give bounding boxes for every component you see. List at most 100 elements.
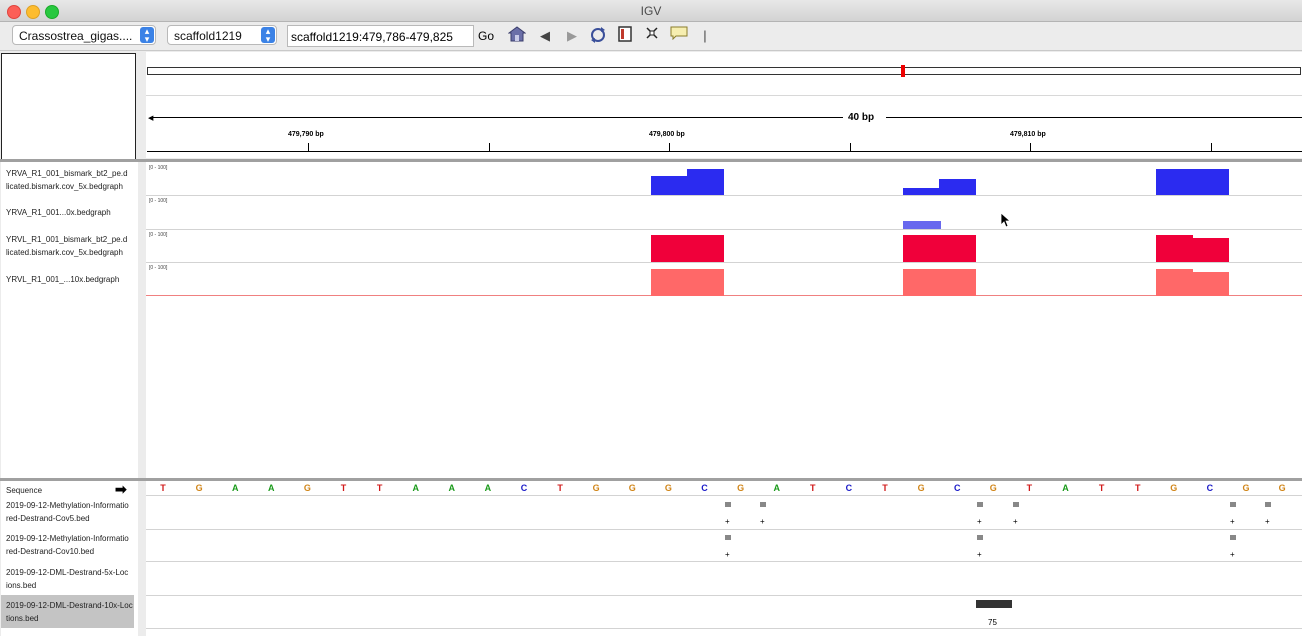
sequence-base: T bbox=[810, 483, 816, 493]
track-baseline bbox=[146, 295, 1302, 296]
data-track-panel[interactable]: [0 - 100] [0 - 100] [0 - 100] [0 - 100] bbox=[146, 162, 1302, 478]
locus-input[interactable]: scaffold1219:479,786-479,825 bbox=[287, 25, 474, 47]
track-label[interactable]: 2019-09-12-Methylation-Informatio red-Des… bbox=[6, 532, 134, 558]
track-label-selected[interactable]: 2019-09-12-DML-Destrand-10x-Loc tions.bed bbox=[1, 595, 134, 628]
strand-arrow-icon[interactable]: ➡ bbox=[115, 481, 127, 498]
methylation-bar bbox=[651, 235, 724, 262]
popup-info-icon[interactable] bbox=[669, 26, 689, 46]
dml-feature[interactable] bbox=[976, 600, 1012, 608]
sequence-base: C bbox=[701, 483, 708, 493]
genome-dropdown[interactable]: Crassostrea_gigas.... ▴ ▾ bbox=[12, 25, 156, 45]
cpg-feature[interactable] bbox=[977, 535, 983, 540]
track-separator bbox=[146, 595, 1302, 596]
refresh-icon[interactable] bbox=[588, 26, 608, 46]
span-line-right bbox=[886, 117, 1302, 118]
region-of-interest-icon[interactable] bbox=[615, 26, 635, 46]
sequence-base: A bbox=[231, 483, 239, 493]
span-label: 40 bp bbox=[848, 112, 875, 123]
ruler-tick bbox=[308, 143, 309, 151]
cpg-feature[interactable] bbox=[760, 502, 766, 507]
track-separator bbox=[146, 628, 1302, 629]
chromosome-dropdown[interactable]: scaffold1219 ▴ ▾ bbox=[167, 25, 277, 45]
strand-plus-icon: + bbox=[977, 517, 982, 526]
strand-plus-icon: + bbox=[1230, 550, 1235, 559]
track-label[interactable]: YRVL_R1_001_bismark_bt2_pe.d licated.bism… bbox=[6, 233, 134, 259]
methylation-bar bbox=[903, 269, 976, 296]
feature-track-panel[interactable]: + + + + + + + + + 75 bbox=[146, 481, 1302, 636]
sequence-base: G bbox=[1278, 483, 1286, 493]
sequence-base: T bbox=[340, 483, 347, 493]
strand-plus-icon: + bbox=[760, 517, 765, 526]
title-bar: IGV bbox=[0, 0, 1302, 22]
methylation-bar bbox=[903, 235, 976, 262]
resize-to-window-icon[interactable] bbox=[642, 26, 662, 46]
forward-icon[interactable]: ▶ bbox=[562, 26, 582, 46]
sequence-base: T bbox=[882, 483, 888, 493]
track-label[interactable]: YRVL_R1_001_...10x.bedgraph bbox=[6, 273, 134, 286]
mouse-cursor-icon bbox=[1001, 213, 1011, 228]
cpg-feature[interactable] bbox=[977, 502, 983, 507]
track-label[interactable]: YRVA_R1_001...0x.bedgraph bbox=[6, 206, 134, 219]
strand-plus-icon: + bbox=[1265, 517, 1270, 526]
track-range: [0 - 100] bbox=[149, 265, 168, 271]
sequence-base: T bbox=[160, 483, 166, 493]
ruler-tick-label: 479,800 bp bbox=[649, 131, 685, 138]
ruler-tick bbox=[669, 143, 670, 151]
dropdown-arrows-icon: ▴ ▾ bbox=[140, 27, 154, 44]
track-separator bbox=[146, 262, 1302, 263]
cpg-feature[interactable] bbox=[1013, 502, 1019, 507]
methylation-bar bbox=[903, 221, 941, 229]
home-icon[interactable] bbox=[507, 26, 527, 46]
sequence-base: T bbox=[1026, 483, 1033, 493]
ruler-panel[interactable]: ◀ 40 bp 479,790 bp 479,800 bp 479,810 bp bbox=[146, 52, 1302, 158]
track-label[interactable]: 2019-09-12-DML-Destrand-5x-Loc ions.bed bbox=[6, 566, 134, 592]
sequence-base: T bbox=[557, 483, 563, 493]
cpg-feature[interactable] bbox=[1230, 502, 1236, 507]
sequence-base: C bbox=[520, 483, 528, 493]
go-button[interactable]: Go bbox=[478, 29, 494, 43]
sequence-base: G bbox=[592, 483, 600, 493]
sequence-base: C bbox=[953, 483, 961, 493]
methylation-bar bbox=[687, 169, 724, 195]
track-label[interactable]: 2019-09-12-Methylation-Informatio red-Des… bbox=[6, 499, 134, 525]
sequence-base: G bbox=[1242, 483, 1250, 493]
cpg-feature[interactable] bbox=[725, 502, 731, 507]
strand-plus-icon: + bbox=[725, 517, 730, 526]
feature-score: 75 bbox=[988, 618, 997, 627]
strand-plus-icon: + bbox=[725, 550, 730, 559]
back-icon[interactable]: ◀ bbox=[535, 26, 555, 46]
track-separator bbox=[146, 495, 1302, 496]
sequence-base: G bbox=[195, 483, 203, 493]
ruler-baseline bbox=[147, 151, 1302, 152]
cpg-feature[interactable] bbox=[1230, 535, 1236, 540]
span-line-left bbox=[150, 117, 843, 118]
sequence-base: G bbox=[303, 483, 311, 493]
sequence-base: G bbox=[737, 483, 745, 493]
methylation-bar bbox=[1156, 235, 1193, 262]
sequence-base: T bbox=[376, 483, 383, 493]
cpg-feature[interactable] bbox=[1265, 502, 1271, 507]
strand-plus-icon: + bbox=[1013, 517, 1018, 526]
ruler-tick bbox=[489, 143, 490, 151]
sequence-base: C bbox=[845, 483, 853, 493]
ruler-tick bbox=[1030, 143, 1031, 151]
track-separator bbox=[146, 529, 1302, 530]
sequence-base: G bbox=[917, 483, 925, 493]
span-arrow-left-icon: ◀ bbox=[148, 115, 154, 122]
sequence-base: A bbox=[773, 483, 780, 493]
window-title: IGV bbox=[640, 4, 662, 18]
cpg-feature[interactable] bbox=[725, 535, 731, 540]
track-separator bbox=[146, 229, 1302, 230]
strand-plus-icon: + bbox=[1230, 517, 1235, 526]
chromosome-ideogram[interactable] bbox=[147, 67, 1301, 75]
current-region-marker bbox=[901, 65, 905, 77]
methylation-bar bbox=[651, 269, 724, 296]
track-separator bbox=[146, 561, 1302, 562]
methylation-bar bbox=[903, 188, 939, 195]
sequence-base: A bbox=[1062, 483, 1069, 493]
track-label[interactable]: YRVA_R1_001_bismark_bt2_pe.d licated.bism… bbox=[6, 167, 134, 193]
data-track-name-panel: YRVA_R1_001_bismark_bt2_pe.d licated.bism… bbox=[1, 162, 138, 478]
chromosome-value: scaffold1219 bbox=[174, 29, 242, 43]
sequence-base: G bbox=[989, 483, 997, 493]
methylation-bar bbox=[1193, 238, 1229, 262]
